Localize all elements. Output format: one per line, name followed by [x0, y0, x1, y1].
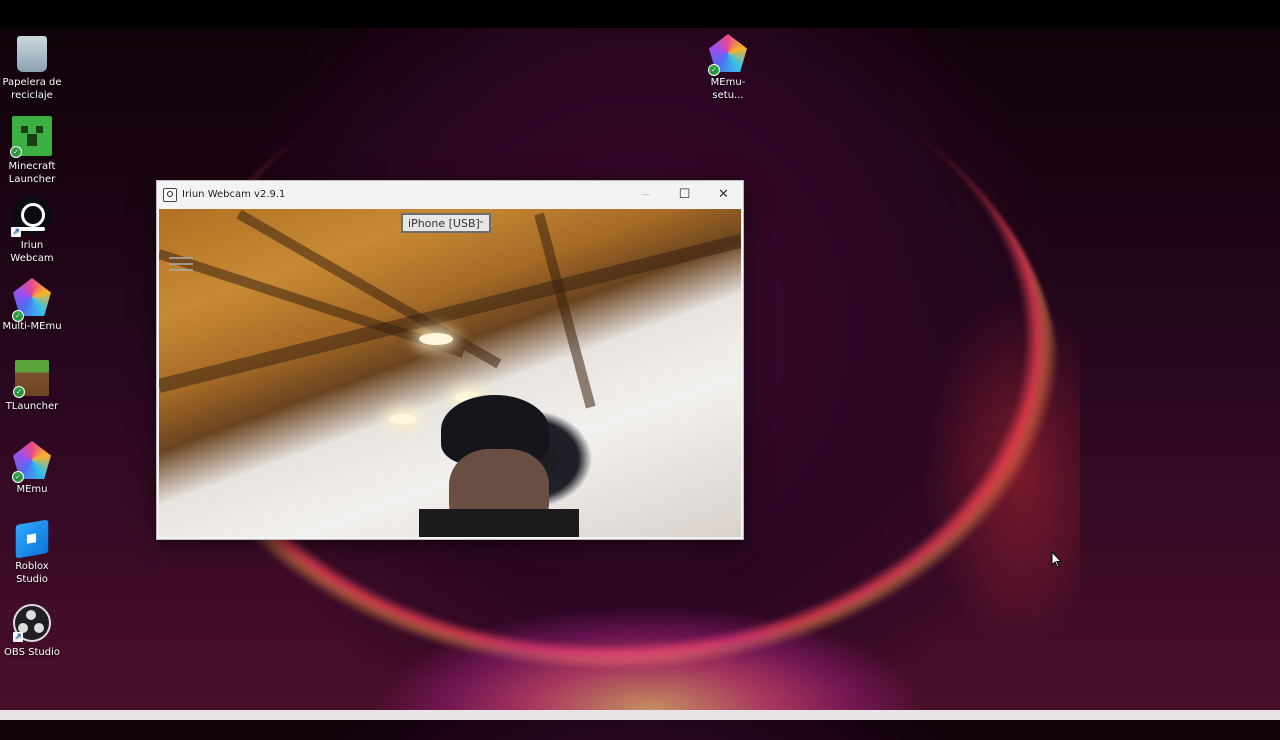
- desktop-icon-memu[interactable]: ✓ MEmu: [0, 441, 64, 496]
- chevron-down-icon: ⌄: [477, 216, 485, 226]
- device-select[interactable]: iPhone [USB] ⌄: [401, 213, 491, 233]
- iriun-webcam-icon: ↗: [11, 197, 51, 237]
- sync-status-icon: ✓: [12, 310, 24, 322]
- desktop-icon-label: Papelera de reciclaje: [2, 77, 62, 101]
- shortcut-arrow-icon: ↗: [11, 227, 21, 237]
- iriun-app-icon: [163, 187, 177, 202]
- desktop-icon-label: Roblox Studio: [15, 561, 49, 585]
- desktop-icon-multi-memu[interactable]: ✓ Multi-MEmu: [0, 278, 64, 333]
- desktop-icon-label: MEmu-setu...: [710, 77, 746, 101]
- desktop-icon-minecraft-launcher[interactable]: ✓ Minecraft Launcher: [0, 116, 64, 186]
- desktop-icon-memu-setup[interactable]: ✓ MEmu-setu...: [696, 34, 760, 102]
- desktop-icon-iriun-webcam[interactable]: ↗ Iriun Webcam: [0, 197, 64, 265]
- window-title-bar[interactable]: Iriun Webcam v2.9.1 — ☐ ✕: [157, 181, 743, 208]
- mouse-cursor-icon: [1051, 550, 1063, 569]
- desktop-icon-tlauncher[interactable]: ✓ TLauncher: [0, 360, 64, 413]
- sync-status-icon: ✓: [708, 64, 720, 76]
- camera-preview: iPhone [USB] ⌄: [159, 209, 741, 537]
- iriun-webcam-window[interactable]: Iriun Webcam v2.9.1 — ☐ ✕ iPhone [USB] ⌄: [156, 180, 744, 540]
- sync-status-icon: ✓: [13, 386, 25, 398]
- window-title: Iriun Webcam v2.9.1: [182, 189, 286, 200]
- sync-status-icon: ✓: [12, 471, 24, 483]
- desktop-icon-label: Multi-MEmu: [2, 321, 62, 332]
- close-button[interactable]: ✕: [704, 181, 743, 208]
- sync-status-icon: ✓: [10, 146, 22, 158]
- taskbar[interactable]: [0, 710, 1280, 720]
- obs-studio-icon: ↗: [13, 604, 51, 642]
- desktop-icon-obs-studio[interactable]: ↗ OBS Studio: [0, 604, 64, 659]
- recycle-bin-icon: [17, 36, 47, 72]
- roblox-studio-icon: [15, 519, 49, 559]
- desktop-icon-label: MEmu: [16, 484, 48, 495]
- screen-top-bar: [0, 0, 1280, 28]
- desktop-icon-label: Iriun Webcam: [10, 240, 54, 264]
- shortcut-arrow-icon: ↗: [13, 632, 23, 642]
- menu-icon[interactable]: [169, 257, 193, 273]
- device-select-value: iPhone [USB]: [408, 216, 480, 230]
- tlauncher-icon: ✓: [13, 360, 49, 398]
- minecraft-icon: ✓: [10, 116, 52, 158]
- desktop-icon-recycle-bin[interactable]: Papelera de reciclaje: [0, 36, 64, 102]
- desktop-icon-label: OBS Studio: [4, 647, 60, 658]
- maximize-button[interactable]: ☐: [665, 181, 704, 208]
- wallpaper-glow-right: [820, 250, 1080, 670]
- desktop-icon-label: TLauncher: [5, 401, 59, 412]
- minimize-button[interactable]: —: [626, 181, 665, 208]
- desktop-icon-roblox-studio[interactable]: Roblox Studio: [0, 519, 64, 586]
- desktop-icon-label: Minecraft Launcher: [8, 161, 56, 185]
